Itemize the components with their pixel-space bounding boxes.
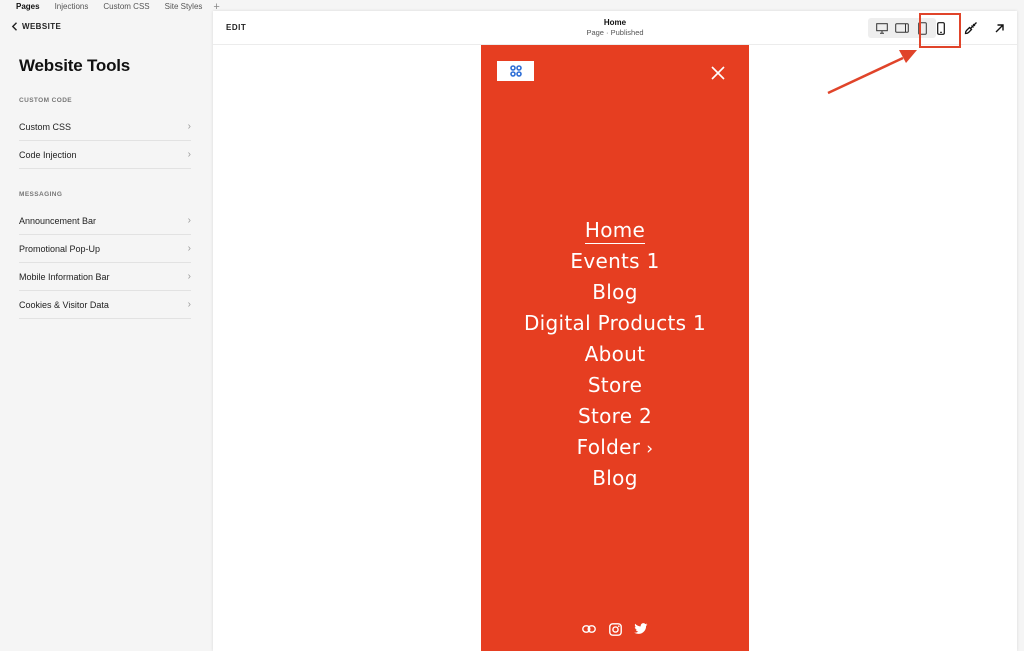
sidebar: WEBSITE Website Tools CUSTOM CODE Custom… (0, 13, 212, 651)
menu-item-announcement-bar[interactable]: Announcement Bar › (19, 207, 191, 235)
open-external-button[interactable] (989, 18, 1009, 38)
close-menu-icon[interactable] (709, 64, 727, 82)
menu-item-label: Code Injection (19, 149, 77, 160)
menu-item-label: Announcement Bar (19, 215, 97, 226)
link-icon[interactable] (582, 622, 596, 636)
mobile-preview: Home Events 1 Blog Digital Products 1 Ab… (481, 45, 749, 651)
tab-site-styles[interactable]: Site Styles (165, 2, 203, 11)
nav-item-store[interactable]: Store (481, 370, 749, 401)
social-links (481, 622, 749, 636)
editor-toolbar: EDIT Home Page · Published (213, 11, 1017, 45)
chevron-right-icon: › (187, 149, 191, 160)
tab-custom-css[interactable]: Custom CSS (103, 2, 149, 11)
nav-item-blog[interactable]: Blog (481, 277, 749, 308)
tab-injections[interactable]: Injections (55, 2, 89, 11)
menu-item-custom-css[interactable]: Custom CSS › (19, 113, 191, 141)
arrow-up-right-icon (995, 23, 1004, 32)
nav-item-folder[interactable]: Folder › (481, 432, 749, 463)
site-styles-button[interactable] (961, 18, 981, 38)
nav-item-about[interactable]: About (481, 339, 749, 370)
nav-item-events[interactable]: Events 1 (481, 246, 749, 277)
chevron-right-icon: › (187, 243, 191, 254)
nav-item-blog-2[interactable]: Blog (481, 463, 749, 494)
chevron-right-icon: › (187, 215, 191, 226)
chevron-right-icon: › (187, 121, 191, 132)
nav-item-digital-products[interactable]: Digital Products 1 (481, 308, 749, 339)
menu-item-label: Mobile Information Bar (19, 271, 110, 282)
twitter-icon[interactable] (634, 622, 648, 636)
tab-pages[interactable]: Pages (16, 2, 40, 11)
instagram-icon[interactable] (608, 622, 622, 636)
nav-item-home[interactable]: Home (481, 215, 749, 246)
mobile-nav-menu: Home Events 1 Blog Digital Products 1 Ab… (481, 215, 749, 494)
section-label-messaging: MESSAGING (19, 191, 63, 198)
menu-item-label: Custom CSS (19, 121, 72, 132)
desktop-icon (876, 22, 888, 34)
menu-item-promotional-popup[interactable]: Promotional Pop-Up › (19, 235, 191, 263)
chevron-right-icon: › (187, 271, 191, 282)
sidebar-title: Website Tools (19, 56, 131, 75)
logo-icon (509, 65, 522, 77)
annotation-highlight-box (919, 13, 961, 48)
desktop-view-button[interactable] (872, 18, 892, 38)
paintbrush-icon (964, 22, 977, 35)
back-button[interactable]: WEBSITE (11, 22, 61, 31)
menu-item-code-injection[interactable]: Code Injection › (19, 141, 191, 169)
site-logo[interactable] (497, 61, 534, 81)
menu-item-cookies-visitor-data[interactable]: Cookies & Visitor Data › (19, 291, 191, 319)
chevron-right-icon: › (187, 299, 191, 310)
chevron-right-icon: › (646, 439, 654, 459)
nav-item-store-2[interactable]: Store 2 (481, 401, 749, 432)
top-tab-strip: Pages Injections Custom CSS Site Styles … (0, 0, 235, 13)
tablet-landscape-icon (895, 23, 909, 33)
back-button-label: WEBSITE (22, 22, 62, 31)
tablet-landscape-view-button[interactable] (892, 18, 912, 38)
menu-item-label: Cookies & Visitor Data (19, 299, 109, 310)
chevron-left-icon (11, 22, 17, 31)
menu-item-mobile-information-bar[interactable]: Mobile Information Bar › (19, 263, 191, 291)
menu-item-label: Promotional Pop-Up (19, 243, 101, 254)
section-label-custom-code: CUSTOM CODE (19, 97, 73, 104)
